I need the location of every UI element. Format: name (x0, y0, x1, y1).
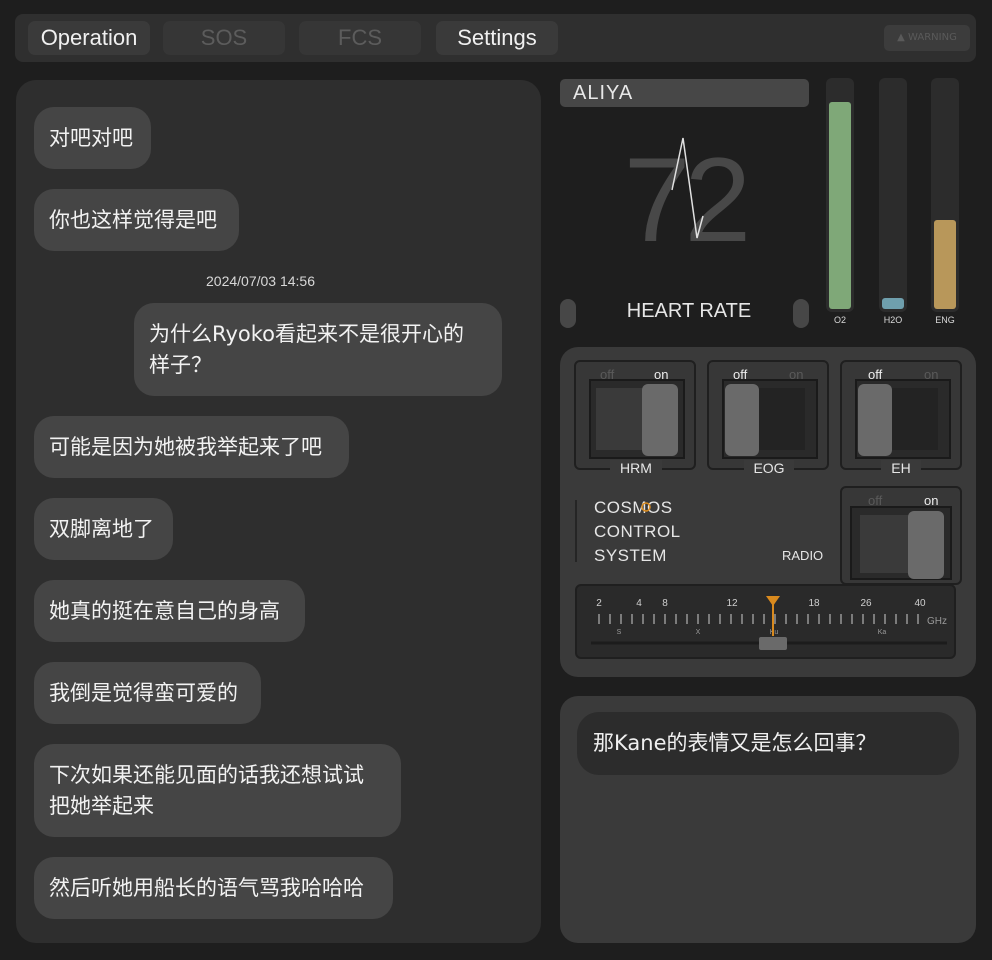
tick-label: 8 (662, 598, 668, 609)
gauge-h2o-label: H2O (883, 315, 903, 325)
heartbeat-trace-icon (671, 137, 704, 239)
gauge-o2-label: O2 (833, 315, 846, 325)
gauge-fill (829, 102, 851, 309)
chat-message: 对吧对吧 (34, 107, 151, 169)
radio-frequency-dial[interactable]: 2 4 8 12 18 26 40GHz S X Ku Ka (575, 584, 956, 659)
switch-fill (759, 388, 805, 450)
warning-icon: ▲ (897, 32, 909, 43)
status-dot-icon (641, 502, 651, 512)
tick-label: 18 (808, 598, 820, 609)
warning-label: WARNING (908, 32, 957, 43)
frequency-scale: 2 4 8 12 18 26 40GHz S X Ku Ka (591, 596, 947, 650)
system-name: COSMOS CONTROL SYSTEM (594, 498, 681, 565)
switch-knob[interactable] (642, 384, 678, 456)
switch-fill (860, 515, 910, 573)
gauge-eng (931, 78, 959, 312)
chat-message: 双脚离地了 (34, 498, 173, 560)
tab-operation[interactable]: Operation (28, 21, 150, 55)
chat-message: 我倒是觉得蛮可爱的 (34, 662, 261, 724)
switch-hrm-label: HRM (610, 460, 662, 476)
radio-label: RADIO (782, 548, 824, 563)
chat-panel[interactable]: 对吧对吧 你也这样觉得是吧 2024/07/03 14:56 为什么Ryoko看… (16, 80, 541, 943)
tab-sos[interactable]: SOS (163, 21, 285, 55)
warning-badge[interactable]: ▲ WARNING (884, 25, 970, 51)
switch-knob[interactable] (725, 384, 759, 456)
chat-message: 你也这样觉得是吧 (34, 189, 239, 251)
tick-label: 40 (914, 598, 926, 609)
switch-fill (892, 388, 938, 450)
tick-label: 4 (636, 598, 642, 609)
switch-radio[interactable]: off on (840, 486, 962, 585)
chat-message-self: 为什么Ryoko看起来不是很开心的 样子？ (134, 303, 502, 396)
tick-label: 12 (726, 598, 738, 609)
chat-timestamp: 2024/07/03 14:56 (206, 273, 315, 289)
patient-name: ALIYA (560, 79, 809, 107)
switch-eh-label: EH (881, 460, 921, 476)
switch-knob[interactable] (858, 384, 892, 456)
gauge-h2o (879, 78, 907, 312)
tick-label: 26 (860, 598, 872, 609)
gauge-fill (934, 220, 956, 309)
switch-eh[interactable]: off on (840, 360, 962, 470)
chat-message: 下次如果还能见面的话我还想试试 把她举起来 (34, 744, 401, 837)
band-label: S (617, 629, 622, 636)
gauge-fill (882, 298, 904, 309)
gauge-o2 (826, 78, 854, 312)
chat-message: 然后听她用船长的语气骂我哈哈哈 (34, 857, 393, 919)
top-navigation-bar: Operation SOS FCS Settings ▲ WARNING (15, 14, 976, 62)
switch-fill (596, 388, 644, 450)
band-label: X (696, 629, 701, 636)
tab-settings[interactable]: Settings (436, 21, 558, 55)
switch-knob[interactable] (908, 511, 944, 579)
band-label: Ka (878, 629, 887, 636)
tab-fcs[interactable]: FCS (299, 21, 421, 55)
switch-eog[interactable]: off on (707, 360, 829, 470)
message-input[interactable]: 那Kane的表情又是怎么回事？ (577, 712, 959, 775)
band-label: Ku (770, 629, 779, 636)
divider (575, 500, 577, 562)
heart-rate-label: HEART RATE (626, 300, 752, 322)
unit-label: GHz (927, 616, 947, 627)
gauge-eng-label: ENG (935, 315, 955, 325)
tick-label: 2 (596, 598, 602, 609)
tuning-slider-knob[interactable] (759, 637, 787, 650)
chat-message: 她真的挺在意自己的身高 (34, 580, 305, 642)
switch-hrm[interactable]: off on (574, 360, 696, 470)
chat-message: 可能是因为她被我举起来了吧 (34, 416, 349, 478)
switch-eog-label: EOG (744, 460, 794, 476)
